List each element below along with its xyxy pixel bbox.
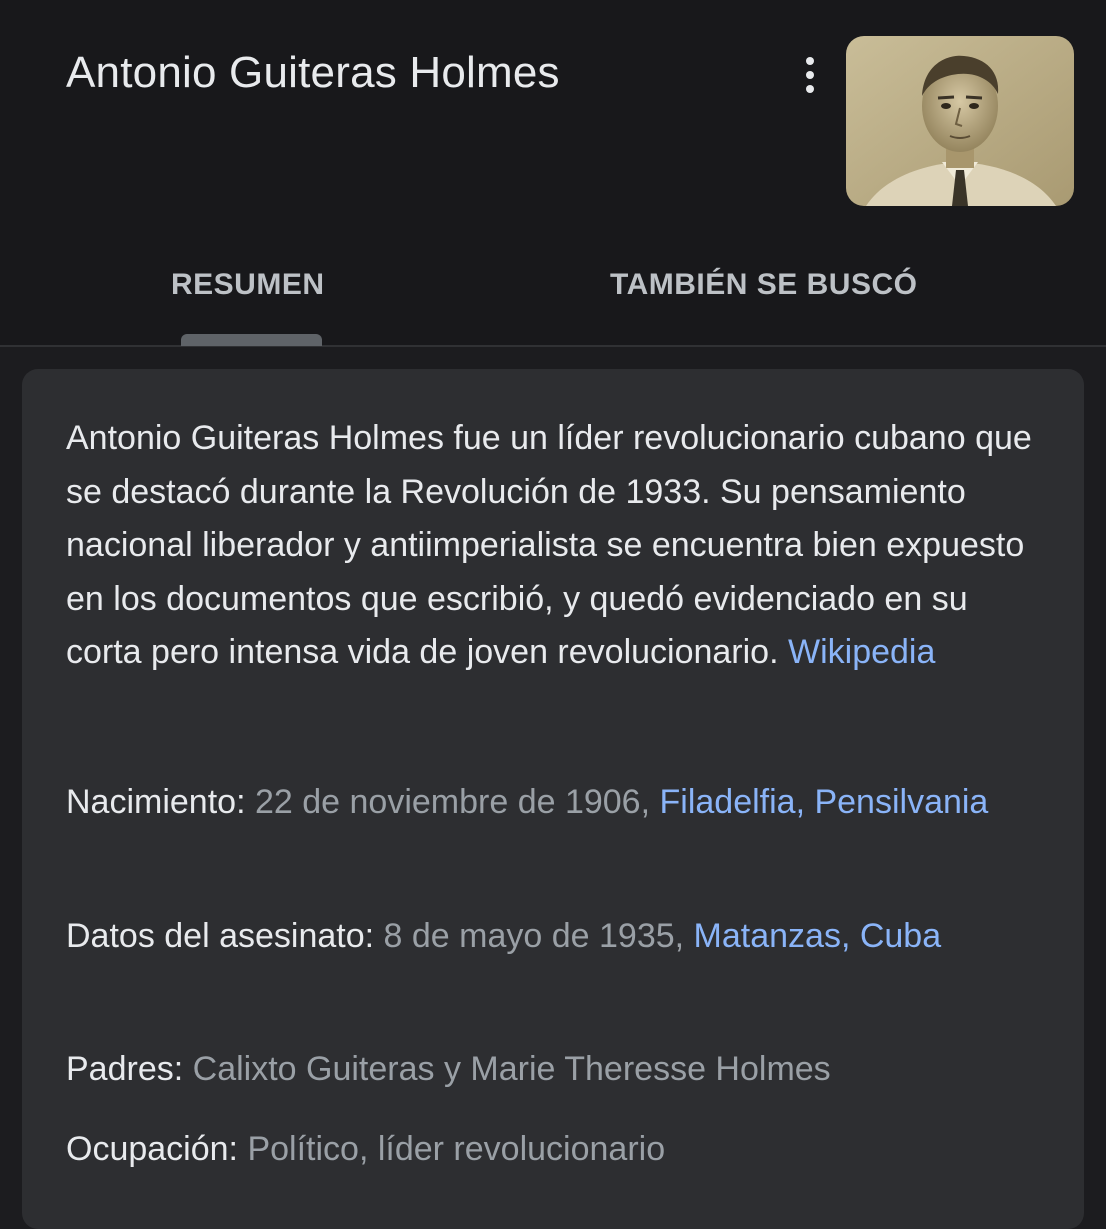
more-vertical-icon [806, 57, 814, 65]
selected-tab-indicator [181, 334, 322, 346]
tab-tambien-se-busco[interactable]: TAMBIÉN SE BUSCÓ [610, 268, 917, 302]
fact-value: 22 de noviembre de 1906, [254, 783, 651, 821]
page-title: Antonio Guiteras Holmes [66, 48, 560, 97]
fact-ocupacion: Ocupación: Político, líder revolucionari… [66, 1123, 1056, 1177]
death-place-link[interactable]: Matanzas, Cuba [694, 917, 942, 955]
person-photo[interactable] [846, 36, 1074, 206]
fact-padres: Padres: Calixto Guiteras y Marie Theress… [66, 1043, 1056, 1097]
fact-nacimiento: Nacimiento: 22 de noviembre de 1906, Fil… [66, 776, 1056, 830]
portrait-image [846, 36, 1074, 206]
fact-value: 8 de mayo de 1935, [383, 917, 685, 955]
fact-asesinato: Datos del asesinato: 8 de mayo de 1935, … [66, 910, 1056, 964]
more-vertical-icon-dot [806, 85, 814, 93]
fact-label: Nacimiento: [66, 783, 246, 821]
more-vertical-icon-dot [806, 71, 814, 79]
fact-value: Político, líder revolucionario [247, 1130, 666, 1168]
fact-label: Datos del asesinato: [66, 917, 375, 955]
fact-label: Padres: [66, 1050, 184, 1088]
knowledge-panel-header: Antonio Guiteras Holmes RESUMEN TAMBIÉN … [0, 0, 1106, 347]
tab-resumen[interactable]: RESUMEN [171, 268, 325, 302]
fact-label: Ocupación: [66, 1130, 238, 1168]
fact-value: Calixto Guiteras y Marie Theresse Holmes [192, 1050, 831, 1088]
more-options-button[interactable] [790, 50, 830, 100]
wikipedia-link[interactable]: Wikipedia [788, 633, 935, 671]
summary-description: Antonio Guiteras Holmes fue un líder rev… [66, 412, 1046, 680]
birthplace-link[interactable]: Filadelfia, Pensilvania [660, 783, 989, 821]
